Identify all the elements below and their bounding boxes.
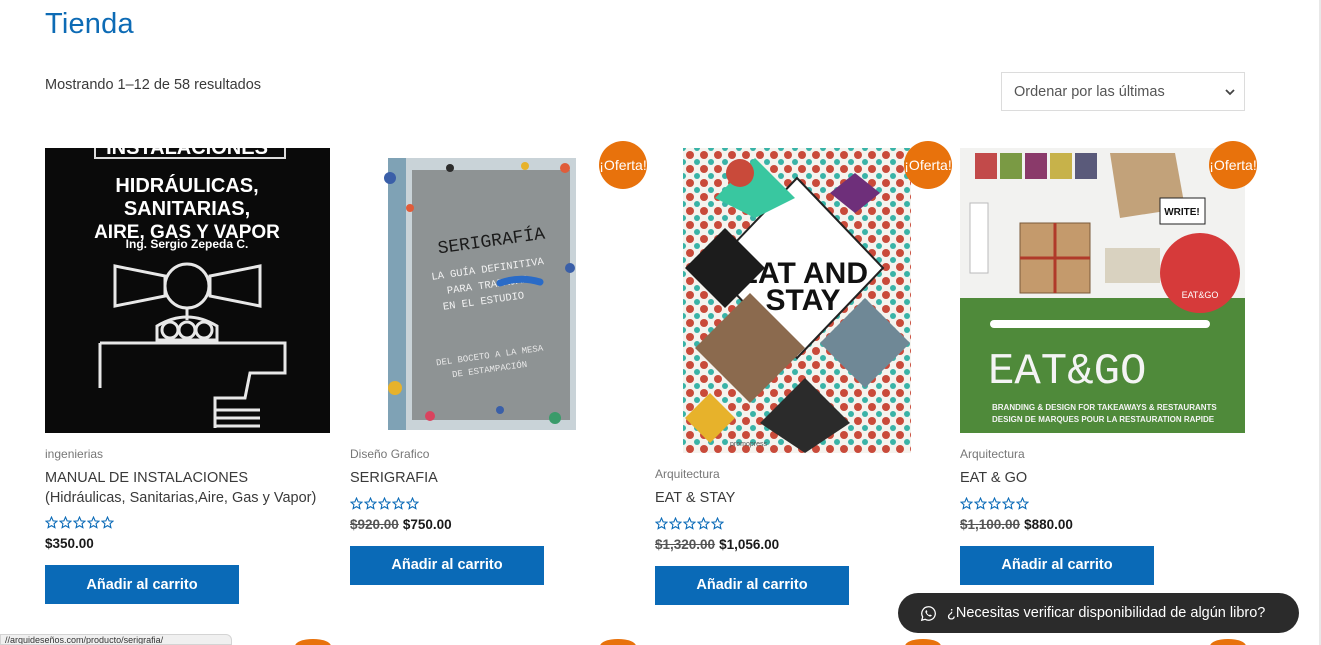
star-outline-icon (974, 496, 987, 510)
cover-line: BRANDING & DESIGN FOR TAKEAWAYS & RESTAU… (992, 403, 1217, 412)
star-outline-icon (59, 516, 72, 529)
rating-stars (45, 516, 330, 530)
product-image[interactable]: SERIGRAFÍA LA GUÍA DEFINITIVA PARA TRABA… (350, 148, 635, 433)
old-price: $1,320.00 (655, 536, 716, 552)
current-price: $880.00 (1024, 516, 1073, 532)
sale-badge-peek (905, 639, 941, 645)
star-outline-icon (392, 496, 405, 510)
cover-line: Ing. Sergio Zepeda C. (126, 237, 249, 251)
product-category[interactable]: Arquitectura (655, 467, 940, 481)
product-image[interactable]: INSTALACIONES HIDRÁULICAS, SANITARIAS, A… (45, 148, 330, 433)
product-price: $920.00 $750.00 (350, 517, 635, 532)
add-to-cart-button[interactable]: Añadir al carrito (960, 545, 1154, 585)
cover-line: promopress (730, 441, 767, 448)
chevron-down-icon (1225, 89, 1235, 96)
star-outline-icon (697, 516, 710, 530)
old-price: $920.00 (350, 516, 399, 532)
star-outline-icon (655, 516, 668, 530)
page-title: Tienda (45, 8, 134, 40)
rating-stars (960, 496, 1245, 511)
product-category[interactable]: Diseño Grafico (350, 447, 635, 461)
star-outline-icon (683, 516, 696, 530)
star-outline-icon (988, 496, 1001, 510)
current-price: $1,056.00 (719, 536, 780, 552)
product-price: $350.00 (45, 536, 330, 551)
orderby-selected-value: Ordenar por las últimas (1014, 83, 1165, 100)
star-outline-icon (45, 516, 58, 529)
add-to-cart-button[interactable]: Añadir al carrito (350, 545, 544, 585)
sale-badge-peek (600, 639, 636, 645)
star-outline-icon (1016, 496, 1029, 510)
product-title[interactable]: EAT & GO (960, 469, 1245, 489)
cover-line: DESIGN DE MARQUES POUR LA RESTAURATION R… (992, 415, 1215, 424)
product-title[interactable]: SERIGRAFIA (350, 469, 635, 489)
sale-badge-peek (295, 639, 331, 645)
star-outline-icon (1002, 496, 1015, 510)
whatsapp-label: ¿Necesitas verificar disponibilidad de a… (947, 605, 1266, 621)
star-outline-icon (350, 496, 363, 510)
sale-badge: ¡Oferta! (904, 141, 952, 189)
star-outline-icon (73, 516, 86, 529)
product-price: $1,320.00 $1,056.00 (655, 537, 940, 552)
result-count: Mostrando 1–12 de 58 resultados (45, 77, 262, 93)
cover-line: HIDRÁULICAS, (115, 174, 258, 197)
cover-line: WRITE! (1164, 207, 1200, 218)
product-image[interactable]: WRITE! EAT&GO EAT&GO BRANDING & DESIGN F… (960, 148, 1245, 433)
sale-badge-peek (1210, 639, 1246, 645)
star-outline-icon (364, 496, 377, 510)
current-price: $750.00 (402, 516, 452, 532)
cover-instalaciones: INSTALACIONES HIDRÁULICAS, SANITARIAS, A… (45, 148, 330, 433)
product-category[interactable]: ingenierias (45, 447, 330, 461)
product-card: ¡Oferta! EAT AND STAY promopress Arquite… (655, 141, 952, 605)
rating-stars (350, 496, 635, 511)
product-title[interactable]: MANUAL DE INSTALACIONES (Hidráulicas, Sa… (45, 469, 330, 508)
current-price: $350.00 (45, 536, 94, 552)
cover-line: EAT&GO (988, 347, 1146, 397)
product-title[interactable]: EAT & STAY (655, 489, 940, 509)
star-outline-icon (669, 516, 682, 530)
status-bar-url: //arquideseños.com/producto/serigrafia/ (0, 634, 232, 645)
whatsapp-icon (920, 605, 936, 621)
product-image[interactable]: EAT AND STAY promopress (655, 148, 940, 453)
product-card: INSTALACIONES HIDRÁULICAS, SANITARIAS, A… (45, 148, 330, 605)
product-card: ¡Oferta! WRITE! EAT&GO EAT&GO BRANDING &… (960, 141, 1257, 585)
cover-line: INSTALACIONES (106, 148, 268, 159)
add-to-cart-button[interactable]: Añadir al carrito (45, 565, 239, 605)
cover-line: EAT&GO (1182, 290, 1219, 300)
star-outline-icon (711, 516, 724, 530)
whatsapp-chat-button[interactable]: ¿Necesitas verificar disponibilidad de a… (898, 593, 1299, 633)
star-outline-icon (378, 496, 391, 510)
add-to-cart-button[interactable]: Añadir al carrito (655, 565, 849, 605)
product-price: $1,100.00 $880.00 (960, 517, 1245, 532)
cover-line: STAY (765, 284, 840, 317)
star-outline-icon (960, 496, 973, 510)
star-outline-icon (406, 496, 419, 510)
cover-line: SANITARIAS, (124, 198, 250, 220)
rating-stars (655, 516, 940, 531)
sale-badge: ¡Oferta! (1209, 141, 1257, 189)
cover-eat-and-go: WRITE! EAT&GO EAT&GO BRANDING & DESIGN F… (960, 148, 1245, 433)
cover-eat-and-stay: EAT AND STAY promopress (655, 148, 940, 453)
star-outline-icon (101, 516, 114, 529)
product-card: ¡Oferta! SERIGRAFÍA LA GUÍA DEFINITIVA P… (350, 141, 647, 585)
sale-badge: ¡Oferta! (599, 141, 647, 189)
old-price: $1,100.00 (960, 516, 1021, 532)
product-category[interactable]: Arquitectura (960, 447, 1245, 461)
star-outline-icon (87, 516, 100, 529)
orderby-select[interactable]: Ordenar por las últimas (1001, 72, 1245, 111)
cover-serigrafia: SERIGRAFÍA LA GUÍA DEFINITIVA PARA TRABA… (350, 148, 635, 433)
